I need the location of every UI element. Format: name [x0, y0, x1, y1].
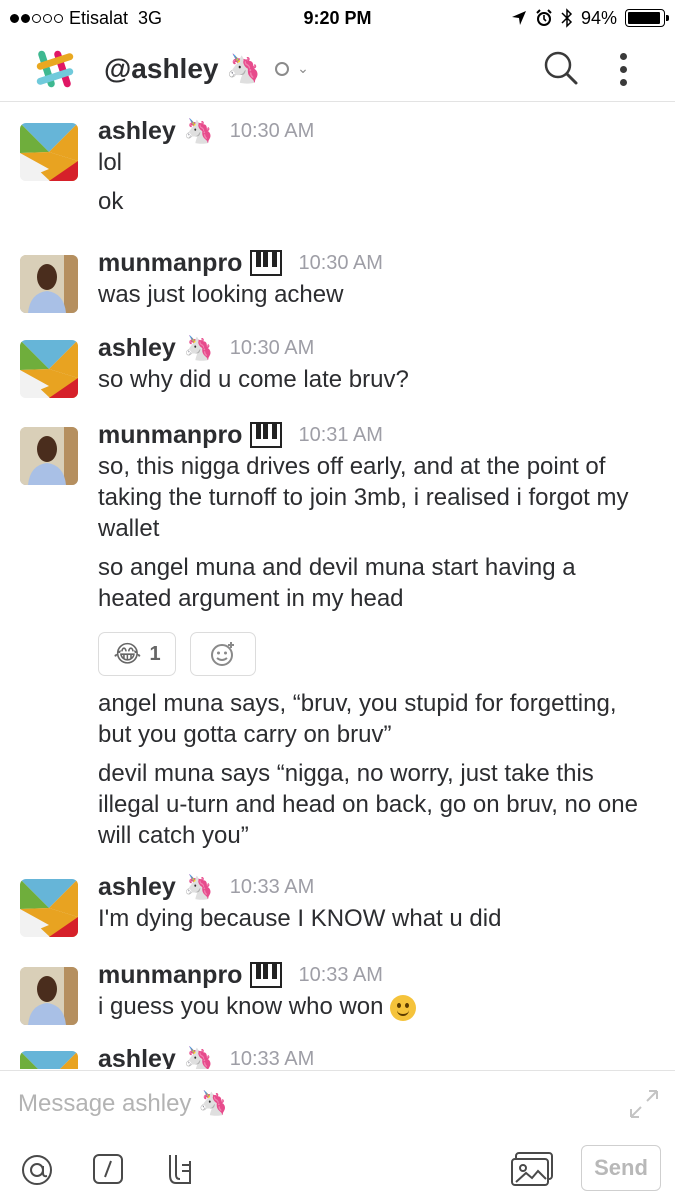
message-ashley[interactable]: ashley 🦄 10:33 AM I'm dying because I KNOW … — [0, 871, 675, 937]
alarm-icon — [536, 9, 552, 26]
reaction-count: 1 — [149, 642, 161, 665]
piano-icon — [250, 422, 283, 448]
unicorn-emoji: 🦄 — [183, 1045, 214, 1070]
battery-percent: 94% — [580, 7, 617, 28]
sender-name[interactable]: ashley — [98, 117, 176, 146]
unicorn-emoji: 🦄 — [183, 117, 214, 145]
snippet-icon[interactable] — [164, 1153, 196, 1187]
battery-fill — [628, 12, 660, 24]
photo-upload-icon[interactable] — [510, 1151, 554, 1187]
piano-icon — [250, 962, 283, 988]
presence-indicator-icon — [275, 61, 290, 76]
timestamp[interactable]: 10:30 AM — [298, 252, 383, 275]
message-text: was just looking achew — [98, 281, 344, 308]
avatar[interactable] — [20, 255, 78, 313]
message-list[interactable]: ashley 🦄 10:30 AM lol ok munmanpro 10:30 AM was… — [0, 103, 675, 1069]
slack-logo-icon[interactable] — [32, 46, 78, 92]
message-ashley[interactable]: ashley 🦄 10:33 AM — [0, 1043, 675, 1069]
message-meta: munmanpro 10:31 AM — [98, 419, 655, 451]
mention-icon[interactable] — [20, 1153, 54, 1187]
message-text-span: i guess you know who won — [98, 993, 384, 1020]
sender-name[interactable]: munmanpro — [98, 249, 242, 278]
message-munmanpro[interactable]: munmanpro 10:31 AM so, this nigga drives o… — [0, 419, 675, 851]
message-text: so, this nigga drives off early, and at … — [98, 453, 629, 542]
slightly-smiling-face-emoji — [389, 994, 416, 1021]
message-ashley[interactable]: ashley 🦄 10:30 AM so why did u come late br… — [0, 332, 675, 398]
timestamp[interactable]: 10:31 AM — [298, 424, 383, 447]
piano-icon — [250, 250, 283, 276]
unicorn-emoji: 🦄 — [183, 873, 214, 901]
add-reaction-button[interactable] — [190, 632, 256, 676]
message-text: devil muna says “nigga, no worry, just t… — [98, 760, 638, 849]
bluetooth-icon — [561, 8, 573, 28]
unicorn-emoji: 🦄 — [183, 334, 214, 362]
sender-name[interactable]: ashley — [98, 334, 176, 363]
channel-header: @ashley 🦄 ⌄ — [0, 36, 675, 102]
slash-command-icon[interactable] — [92, 1153, 124, 1185]
avatar[interactable] — [20, 340, 78, 398]
message-input[interactable]: Message ashley 🦄 — [18, 1089, 228, 1118]
dm-title-text: @ashley — [104, 53, 219, 84]
chevron-down-icon[interactable]: ⌄ — [297, 60, 309, 77]
avatar[interactable] — [20, 123, 78, 181]
dm-title[interactable]: @ashley 🦄 — [104, 52, 261, 85]
message-text: ok — [98, 188, 124, 215]
signal-strength-icon — [10, 13, 63, 23]
sender-name[interactable]: ashley — [98, 1045, 176, 1070]
carrier-name: Etisalat — [69, 7, 129, 28]
sender-name[interactable]: munmanpro — [98, 961, 242, 990]
location-arrow-icon — [511, 11, 526, 25]
message-composer: Message ashley 🦄 Send — [0, 1070, 675, 1200]
tears-of-joy-emoji: 😂 — [113, 640, 142, 668]
message-text: so angel muna and devil muna start havin… — [98, 554, 576, 612]
avatar[interactable] — [20, 1051, 78, 1069]
message-munmanpro[interactable]: munmanpro 10:33 AM i guess you know who wo… — [0, 959, 675, 1025]
unicorn-emoji: 🦄 — [226, 53, 262, 84]
expand-icon[interactable] — [629, 1089, 659, 1119]
message-meta: ashley 🦄 10:30 AM — [98, 332, 655, 364]
reactions: 😂 1 — [98, 632, 655, 676]
search-icon[interactable] — [543, 50, 579, 86]
message-meta: ashley 🦄 10:30 AM — [98, 115, 655, 147]
avatar[interactable] — [20, 967, 78, 1025]
message-text: lol — [98, 149, 123, 176]
message-meta: ashley 🦄 10:33 AM — [98, 871, 655, 903]
message-text: i guess you know who won — [98, 991, 655, 1022]
timestamp[interactable]: 10:33 AM — [298, 964, 383, 987]
message-meta: ashley 🦄 10:33 AM — [98, 1043, 655, 1070]
timestamp[interactable]: 10:33 AM — [230, 1048, 315, 1070]
status-bar: Etisalat 3G 9:20 PM 94% — [0, 0, 675, 36]
sender-name[interactable]: ashley — [98, 873, 176, 902]
sender-name[interactable]: munmanpro — [98, 421, 242, 450]
timestamp[interactable]: 10:33 AM — [230, 876, 315, 899]
message-text: angel muna says, “bruv, you stupid for f… — [98, 690, 617, 748]
reaction-tears-of-joy[interactable]: 😂 1 — [98, 632, 176, 676]
battery-icon — [625, 9, 669, 27]
message-munmanpro[interactable]: munmanpro 10:30 AM was just looking achew — [0, 247, 675, 313]
timestamp[interactable]: 10:30 AM — [230, 120, 315, 143]
message-meta: munmanpro 10:33 AM — [98, 959, 655, 991]
add-reaction-icon — [211, 642, 234, 666]
message-text: I'm dying because I KNOW what u did — [98, 905, 502, 932]
send-button[interactable]: Send — [581, 1145, 661, 1191]
message-ashley[interactable]: ashley 🦄 10:30 AM lol ok — [0, 115, 675, 217]
timestamp[interactable]: 10:30 AM — [230, 337, 315, 360]
more-options-icon[interactable] — [620, 50, 627, 86]
network-type: 3G — [138, 7, 163, 28]
message-meta: munmanpro 10:30 AM — [98, 247, 655, 279]
avatar[interactable] — [20, 427, 78, 485]
avatar[interactable] — [20, 879, 78, 937]
message-text: so why did u come late bruv? — [98, 366, 409, 393]
